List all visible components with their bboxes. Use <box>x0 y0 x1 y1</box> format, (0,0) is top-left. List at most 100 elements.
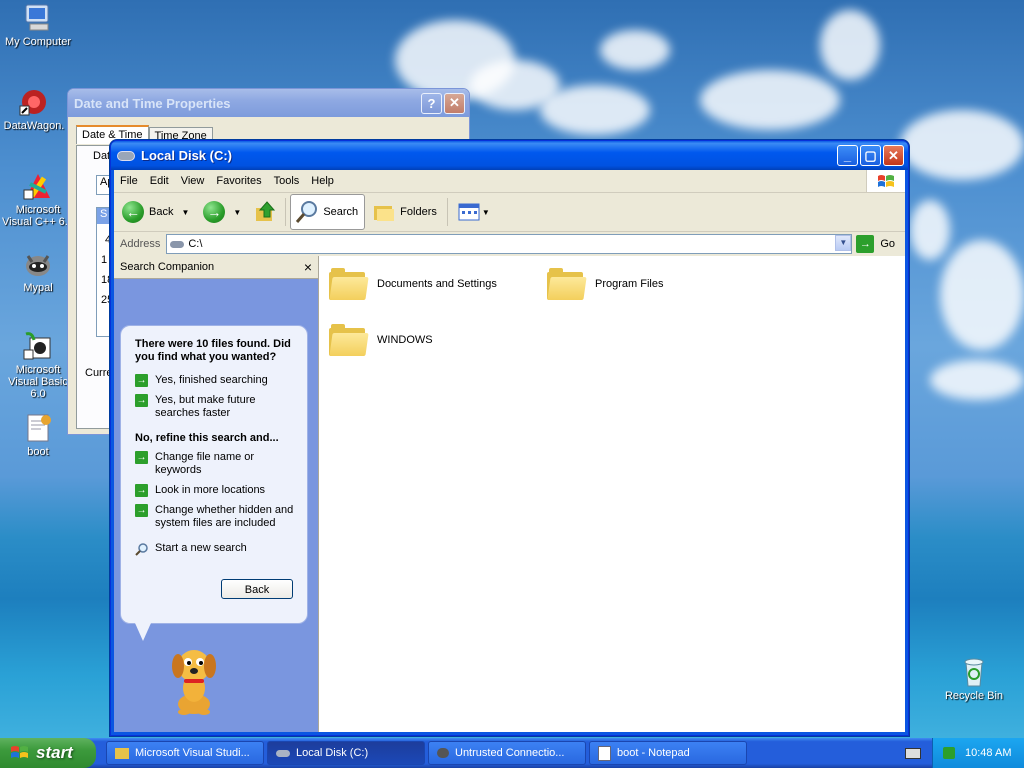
menu-favorites[interactable]: Favorites <box>210 175 267 187</box>
search-companion-balloon: There were 10 files found. Did you find … <box>120 325 308 641</box>
desktop-icon-label: My Computer <box>4 36 72 48</box>
datetime-titlebar[interactable]: Date and Time Properties ? ✕ <box>68 89 469 117</box>
toolbar: ← Back ▼ → ▼ Search Folders ▼ <box>114 193 905 232</box>
system-tray: 10:48 AM <box>932 738 1024 768</box>
drive-icon <box>117 150 135 161</box>
notepad-icon <box>598 745 611 761</box>
search-result-message: There were 10 files found. Did you find … <box>135 338 291 363</box>
desktop-icon-recycle-bin[interactable]: Recycle Bin <box>934 656 1014 702</box>
search-assistant-dog-icon[interactable] <box>164 644 224 719</box>
search-button[interactable]: Search <box>290 194 366 230</box>
option-finished-searching[interactable]: → Yes, finished searching <box>135 374 297 387</box>
folder-icon <box>115 747 129 759</box>
option-change-file-name[interactable]: → Change file name or keywords <box>135 451 297 477</box>
close-button[interactable]: ✕ <box>444 92 465 114</box>
explorer-titlebar[interactable]: Local Disk (C:) _ ▢ ✕ <box>111 141 908 170</box>
mypal-icon <box>437 748 449 758</box>
go-button[interactable]: → Go <box>856 235 895 253</box>
desktop-icon-datawagon[interactable]: DataWagon. <box>0 86 74 132</box>
desktop-icon-label: Microsoft Visual Basic 6.0 <box>8 364 68 400</box>
task-boot-notepad[interactable]: boot - Notepad <box>589 741 747 765</box>
views-icon <box>458 203 480 221</box>
search-companion-header: Search Companion × <box>114 256 318 279</box>
mypal-icon <box>22 248 54 280</box>
menu-edit[interactable]: Edit <box>144 175 175 187</box>
up-button[interactable] <box>249 196 281 228</box>
desktop-icon-label: DataWagon. <box>3 120 65 132</box>
chevron-down-icon[interactable]: ▼ <box>482 208 490 217</box>
date-group-label: Dat <box>93 150 111 162</box>
clock: 10:48 AM <box>965 747 1012 759</box>
forward-button[interactable]: → ▼ <box>199 196 245 228</box>
green-arrow-icon: → <box>135 374 148 387</box>
option-more-locations[interactable]: → Look in more locations <box>135 484 297 497</box>
balloon-tail <box>135 623 151 641</box>
folder-item[interactable]: Documents and Settings <box>329 268 497 300</box>
address-dropdown-button[interactable]: ▼ <box>835 235 852 251</box>
drive-icon <box>276 749 290 757</box>
maximize-button[interactable]: ▢ <box>860 145 881 166</box>
search-icon <box>296 201 318 223</box>
keyboard-icon[interactable] <box>905 748 921 759</box>
menu-file[interactable]: File <box>114 175 144 187</box>
green-arrow-icon: → <box>135 394 148 407</box>
address-input[interactable]: C:\ ▼ <box>166 234 853 254</box>
windows-logo-icon <box>866 170 905 192</box>
folder-item[interactable]: Program Files <box>547 268 663 300</box>
green-arrow-icon: → <box>135 484 148 497</box>
desktop-icon-label: Recycle Bin <box>944 690 1004 702</box>
windows-logo-icon <box>11 746 28 758</box>
chevron-down-icon[interactable]: ▼ <box>233 208 241 217</box>
option-hidden-system-files[interactable]: → Change whether hidden and system files… <box>135 504 297 530</box>
explorer-title: Local Disk (C:) <box>141 148 233 163</box>
back-button[interactable]: ← Back ▼ <box>118 196 193 228</box>
folder-up-icon <box>256 201 276 221</box>
folders-button[interactable]: Folders <box>368 196 441 228</box>
datetime-title: Date and Time Properties <box>74 95 231 111</box>
close-pane-button[interactable]: × <box>304 259 312 275</box>
desktop-icon-label: Mypal <box>23 282 53 294</box>
computer-icon <box>22 2 54 34</box>
visual-cpp-icon <box>22 170 54 202</box>
current-time-zone-label: Curre <box>85 367 113 379</box>
option-future-searches-faster[interactable]: → Yes, but make future searches faster <box>135 394 297 420</box>
search-companion-pane: Search Companion × There were 10 files f… <box>114 256 318 732</box>
desktop-icon-label: Microsoft Visual C++ 6.0 <box>2 204 74 228</box>
folder-icon <box>329 268 369 300</box>
text-file-icon <box>22 412 54 444</box>
recycle-bin-icon <box>958 656 990 688</box>
help-button[interactable]: ? <box>421 92 442 114</box>
folder-item[interactable]: WINDOWS <box>329 324 433 356</box>
visual-basic-icon <box>22 330 54 362</box>
address-label: Address <box>120 238 161 250</box>
datawagon-icon <box>18 86 50 118</box>
go-arrow-icon: → <box>856 235 875 253</box>
green-arrow-icon: → <box>135 504 148 517</box>
forward-arrow-icon: → <box>203 201 226 223</box>
folder-icon <box>547 268 587 300</box>
desktop-icon-label: boot <box>27 446 49 458</box>
folder-icon <box>329 324 369 356</box>
task-visual-studio[interactable]: Microsoft Visual Studi... <box>106 741 264 765</box>
menu-help[interactable]: Help <box>305 175 340 187</box>
network-icon[interactable] <box>943 747 955 759</box>
close-button[interactable]: ✕ <box>883 145 904 166</box>
green-arrow-icon: → <box>135 451 148 464</box>
menu-tools[interactable]: Tools <box>268 175 306 187</box>
views-button[interactable]: ▼ <box>454 196 494 228</box>
minimize-button[interactable]: _ <box>837 145 858 166</box>
task-local-disk[interactable]: Local Disk (C:) <box>267 741 425 765</box>
back-button-companion[interactable]: Back <box>221 579 293 599</box>
refine-heading: No, refine this search and... <box>135 432 279 444</box>
menu-view[interactable]: View <box>175 175 211 187</box>
explorer-window: Local Disk (C:) _ ▢ ✕ File Edit View Fav… <box>110 140 909 736</box>
address-value: C:\ <box>188 238 203 250</box>
option-new-search[interactable]: Start a new search <box>135 542 297 556</box>
search-icon <box>135 543 148 556</box>
back-arrow-icon: ← <box>122 201 144 223</box>
start-button[interactable]: start <box>0 738 96 768</box>
desktop-icon-my-computer[interactable]: My Computer <box>0 2 78 48</box>
file-list: Documents and Settings Program Files WIN… <box>318 256 905 732</box>
chevron-down-icon[interactable]: ▼ <box>181 208 189 217</box>
task-untrusted-connection[interactable]: Untrusted Connectio... <box>428 741 586 765</box>
